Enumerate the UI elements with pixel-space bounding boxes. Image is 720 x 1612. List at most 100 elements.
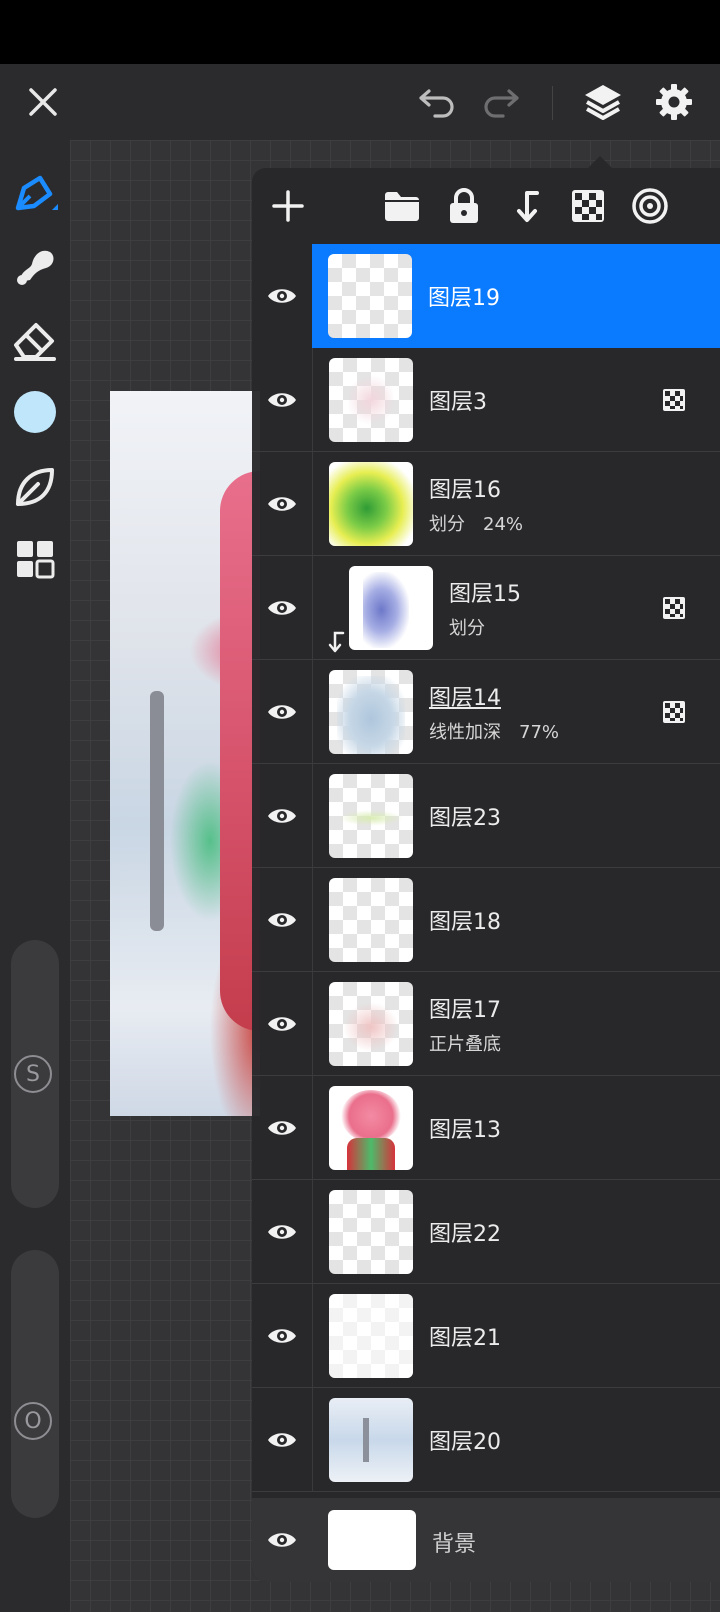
visibility-toggle[interactable] <box>252 244 312 348</box>
eye-icon <box>268 1533 296 1547</box>
layer-content[interactable]: 图层13 <box>312 1076 720 1180</box>
top-toolbar <box>0 64 720 140</box>
leaf-icon <box>16 468 54 506</box>
visibility-toggle[interactable] <box>252 348 312 452</box>
grid-tool[interactable] <box>14 538 56 580</box>
add-icon <box>272 190 304 222</box>
smudge-tool[interactable] <box>10 240 60 290</box>
background-layer-row[interactable]: 背景 <box>252 1498 720 1582</box>
layer-row[interactable]: 图层3 <box>252 348 720 452</box>
eye-icon <box>268 1121 296 1135</box>
redo-button[interactable] <box>476 64 526 140</box>
visibility-toggle[interactable] <box>252 1498 312 1582</box>
layer-thumbnail <box>329 878 413 962</box>
layer-row[interactable]: 图层16 划分 24% <box>252 452 720 556</box>
visibility-toggle[interactable] <box>252 764 312 868</box>
alpha-lock-button[interactable] <box>564 182 612 230</box>
layers-panel: 图层19 图层3 图层16 划分 24% 图层15 划分 图层14 线性加深 7… <box>252 168 720 1582</box>
layer-thumbnail <box>329 982 413 1066</box>
layer-content[interactable]: 图层16 划分 24% <box>312 452 720 556</box>
layer-row[interactable]: 图层17 正片叠底 <box>252 972 720 1076</box>
layer-thumbnail <box>328 254 412 338</box>
thumbnail-art-body <box>347 1138 395 1170</box>
layer-content[interactable]: 图层18 <box>312 868 720 972</box>
layer-name: 图层17 <box>429 998 501 1023</box>
undo-button[interactable] <box>412 64 462 140</box>
layer-row[interactable]: 图层21 <box>252 1284 720 1388</box>
visibility-toggle[interactable] <box>252 1388 312 1492</box>
leaf-tool[interactable] <box>10 462 60 512</box>
eye-icon <box>268 393 296 407</box>
layer-name: 背景 <box>432 1532 477 1557</box>
add-layer-button[interactable] <box>264 182 312 230</box>
layers-button[interactable] <box>577 64 629 140</box>
visibility-toggle[interactable] <box>252 660 312 764</box>
settings-button[interactable] <box>648 64 700 140</box>
layer-content[interactable]: 图层20 <box>312 1388 720 1492</box>
reference-button[interactable] <box>626 182 674 230</box>
background-color-swatch[interactable] <box>328 1510 416 1570</box>
artwork-canvas[interactable] <box>110 391 260 1116</box>
layer-content[interactable]: 图层14 线性加深 77% <box>312 660 720 764</box>
layer-row[interactable]: 图层20 <box>252 1388 720 1492</box>
visibility-toggle[interactable] <box>252 556 312 660</box>
checker-icon <box>572 190 604 222</box>
lock-icon <box>450 188 478 223</box>
thumbnail-art <box>329 462 413 546</box>
visibility-toggle[interactable] <box>252 452 312 556</box>
layer-content[interactable]: 图层23 <box>312 764 720 868</box>
size-slider-knob[interactable]: S <box>14 1055 52 1093</box>
layer-name: 图层16 <box>429 478 501 503</box>
eye-icon <box>268 1017 296 1031</box>
blend-mode: 线性加深 77% <box>429 722 560 743</box>
layer-content[interactable]: 图层15 划分 <box>312 556 720 660</box>
eye-icon <box>268 1329 296 1343</box>
eye-icon <box>268 809 296 823</box>
thumbnail-art <box>337 676 405 754</box>
visibility-toggle[interactable] <box>252 1076 312 1180</box>
layer-row[interactable]: 图层14 线性加深 77% <box>252 660 720 764</box>
color-swatch[interactable] <box>14 391 56 433</box>
clipping-mask-button[interactable] <box>502 182 550 230</box>
layer-thumbnail <box>329 670 413 754</box>
close-button[interactable] <box>18 64 68 140</box>
layer-thumbnail <box>329 1086 413 1170</box>
layer-content[interactable]: 图层3 <box>312 348 720 452</box>
brush-tool[interactable] <box>10 170 60 220</box>
visibility-toggle[interactable] <box>252 1284 312 1388</box>
eye-icon <box>268 705 296 719</box>
opacity-slider-knob[interactable]: O <box>14 1402 52 1440</box>
thumbnail-art <box>363 1418 369 1462</box>
blend-mode: 划分 <box>449 618 485 639</box>
layers-icon <box>585 85 621 120</box>
layer-row[interactable]: 图层22 <box>252 1180 720 1284</box>
brush-size-slider[interactable]: S <box>11 940 59 1208</box>
eraser-icon <box>14 323 56 361</box>
layer-name: 图层22 <box>429 1222 501 1247</box>
folder-button[interactable] <box>378 182 426 230</box>
layer-thumbnail <box>349 566 433 650</box>
layer-row[interactable]: 图层19 <box>252 244 720 348</box>
toolbar-divider <box>552 86 553 120</box>
layer-name: 图层13 <box>429 1118 501 1143</box>
brush-opacity-slider[interactable]: O <box>11 1250 59 1518</box>
lock-button[interactable] <box>440 182 488 230</box>
layer-content[interactable]: 图层21 <box>312 1284 720 1388</box>
alpha-lock-icon <box>663 597 685 619</box>
layer-row[interactable]: 图层18 <box>252 868 720 972</box>
undo-icon <box>419 89 454 118</box>
visibility-toggle[interactable] <box>252 868 312 972</box>
visibility-toggle[interactable] <box>252 972 312 1076</box>
visibility-toggle[interactable] <box>252 1180 312 1284</box>
thumbnail-art <box>329 1294 413 1378</box>
layer-row[interactable]: 图层23 <box>252 764 720 868</box>
layer-thumbnail <box>329 1190 413 1274</box>
layer-content[interactable]: 图层17 正片叠底 <box>312 972 720 1076</box>
eraser-tool[interactable] <box>10 315 60 365</box>
layer-content[interactable]: 图层22 <box>312 1180 720 1284</box>
layer-content[interactable]: 图层19 <box>312 244 720 348</box>
layer-row[interactable]: 图层13 <box>252 1076 720 1180</box>
clip-icon <box>517 191 539 222</box>
layer-row[interactable]: 图层15 划分 <box>252 556 720 660</box>
gear-icon <box>656 84 692 120</box>
